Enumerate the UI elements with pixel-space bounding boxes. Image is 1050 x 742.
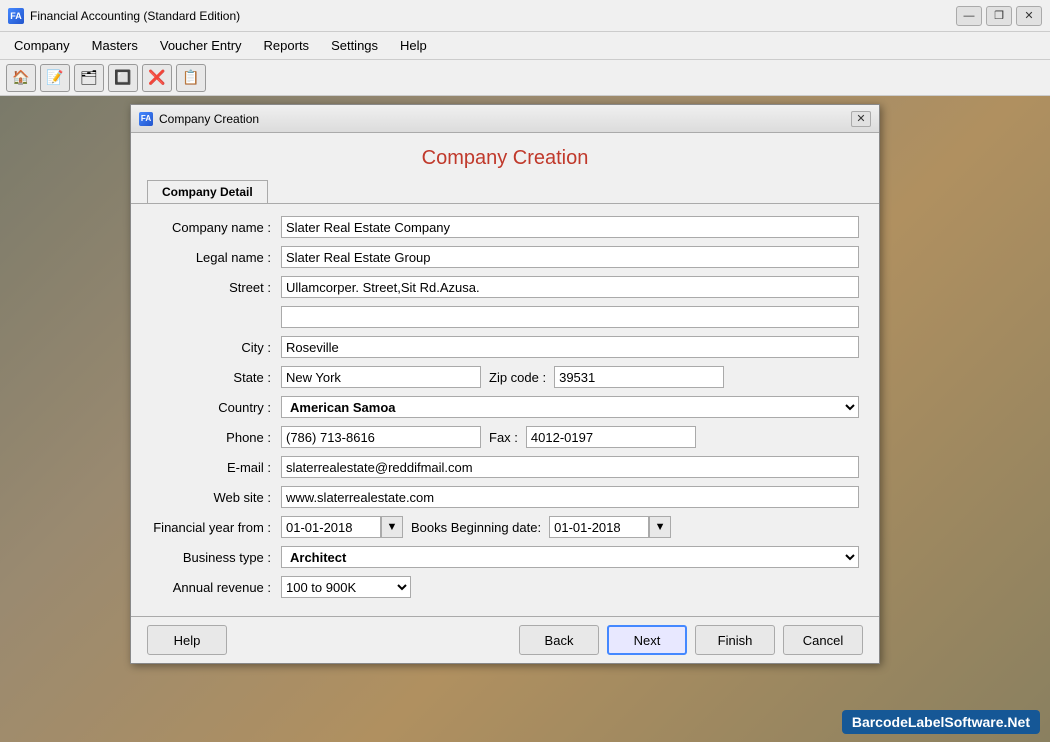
toolbar-clipboard-button[interactable]: 📋 xyxy=(176,64,206,92)
toolbar-folder-button[interactable]: 🗂 xyxy=(74,64,104,92)
toolbar-edit-button[interactable]: 📝 xyxy=(40,64,70,92)
fax-input[interactable] xyxy=(526,426,696,448)
menu-masters[interactable]: Masters xyxy=(82,35,148,56)
street-input-1[interactable] xyxy=(281,276,859,298)
business-type-label: Business type : xyxy=(151,550,281,565)
help-button[interactable]: Help xyxy=(147,625,227,655)
legal-name-input[interactable] xyxy=(281,246,859,268)
close-button[interactable]: ✕ xyxy=(1016,6,1042,26)
dialog-body: Company Creation Company Detail Company … xyxy=(131,133,879,616)
company-name-input[interactable] xyxy=(281,216,859,238)
street-row1: Street : xyxy=(151,276,859,298)
dialog-icon: FA xyxy=(139,112,153,126)
fy-from-calendar-button[interactable]: ▼ xyxy=(381,516,403,538)
form-area: Company name : Legal name : Street : xyxy=(131,203,879,616)
menu-bar: Company Masters Voucher Entry Reports Se… xyxy=(0,32,1050,60)
finish-button[interactable]: Finish xyxy=(695,625,775,655)
annual-revenue-row: Annual revenue : 100 to 900K xyxy=(151,576,859,598)
annual-revenue-select[interactable]: 100 to 900K xyxy=(281,576,411,598)
state-zip-row: State : Zip code : xyxy=(151,366,859,388)
street-row2 xyxy=(151,306,859,328)
window-controls: — ❐ ✕ xyxy=(956,6,1042,26)
legal-name-label: Legal name : xyxy=(151,250,281,265)
minimize-button[interactable]: — xyxy=(956,6,982,26)
zip-input[interactable] xyxy=(554,366,724,388)
menu-settings[interactable]: Settings xyxy=(321,35,388,56)
website-input[interactable] xyxy=(281,486,859,508)
main-window: FA Financial Accounting (Standard Editio… xyxy=(0,0,1050,742)
watermark: BarcodeLabelSoftware.Net xyxy=(842,710,1040,734)
menu-company[interactable]: Company xyxy=(4,35,80,56)
menu-help[interactable]: Help xyxy=(390,35,437,56)
country-select[interactable]: American Samoa xyxy=(281,396,859,418)
legal-name-row: Legal name : xyxy=(151,246,859,268)
tab-area: Company Detail xyxy=(131,180,879,203)
books-begin-label: Books Beginning date: xyxy=(411,520,541,535)
email-row: E-mail : xyxy=(151,456,859,478)
street-label: Street : xyxy=(151,280,281,295)
toolbar-home-button[interactable]: 🏠 xyxy=(6,64,36,92)
street-input-2[interactable] xyxy=(281,306,859,328)
dialog-close-button[interactable]: ✕ xyxy=(851,111,871,127)
annual-revenue-label: Annual revenue : xyxy=(151,580,281,595)
back-button[interactable]: Back xyxy=(519,625,599,655)
city-input[interactable] xyxy=(281,336,859,358)
city-row: City : xyxy=(151,336,859,358)
dialog-title-text: Company Creation xyxy=(159,112,851,126)
phone-fax-row: Phone : Fax : xyxy=(151,426,859,448)
zip-label: Zip code : xyxy=(489,370,546,385)
website-row: Web site : xyxy=(151,486,859,508)
state-input[interactable] xyxy=(281,366,481,388)
email-label: E-mail : xyxy=(151,460,281,475)
tab-company-detail[interactable]: Company Detail xyxy=(147,180,268,203)
app-icon: FA xyxy=(8,8,24,24)
fax-label: Fax : xyxy=(489,430,518,445)
company-name-label: Company name : xyxy=(151,220,281,235)
email-input[interactable] xyxy=(281,456,859,478)
state-label: State : xyxy=(151,370,281,385)
fy-from-input[interactable] xyxy=(281,516,381,538)
toolbar-delete-button[interactable]: ❌ xyxy=(142,64,172,92)
menu-reports[interactable]: Reports xyxy=(254,35,320,56)
country-label: Country : xyxy=(151,400,281,415)
books-begin-input[interactable] xyxy=(549,516,649,538)
content-area: BarcodeLabelSoftware.Net FA Company Crea… xyxy=(0,96,1050,742)
cancel-button[interactable]: Cancel xyxy=(783,625,863,655)
fy-from-label: Financial year from : xyxy=(151,520,281,535)
menu-voucher-entry[interactable]: Voucher Entry xyxy=(150,35,252,56)
app-title: Financial Accounting (Standard Edition) xyxy=(30,9,956,23)
business-type-row: Business type : Architect xyxy=(151,546,859,568)
title-bar: FA Financial Accounting (Standard Editio… xyxy=(0,0,1050,32)
dialog-title-bar: FA Company Creation ✕ xyxy=(131,105,879,133)
company-creation-dialog: FA Company Creation ✕ Company Creation C… xyxy=(130,104,880,664)
city-label: City : xyxy=(151,340,281,355)
website-label: Web site : xyxy=(151,490,281,505)
phone-input[interactable] xyxy=(281,426,481,448)
country-row: Country : American Samoa xyxy=(151,396,859,418)
phone-label: Phone : xyxy=(151,430,281,445)
dialog-footer: Help Back Next Finish Cancel xyxy=(131,616,879,663)
company-name-row: Company name : xyxy=(151,216,859,238)
next-button[interactable]: Next xyxy=(607,625,687,655)
business-type-select[interactable]: Architect xyxy=(281,546,859,568)
books-begin-calendar-button[interactable]: ▼ xyxy=(649,516,671,538)
fy-row: Financial year from : ▼ Books Beginning … xyxy=(151,516,859,538)
toolbar: 🏠 📝 🗂 🔲 ❌ 📋 xyxy=(0,60,1050,96)
toolbar-grid-button[interactable]: 🔲 xyxy=(108,64,138,92)
dialog-heading: Company Creation xyxy=(131,133,879,180)
maximize-button[interactable]: ❐ xyxy=(986,6,1012,26)
